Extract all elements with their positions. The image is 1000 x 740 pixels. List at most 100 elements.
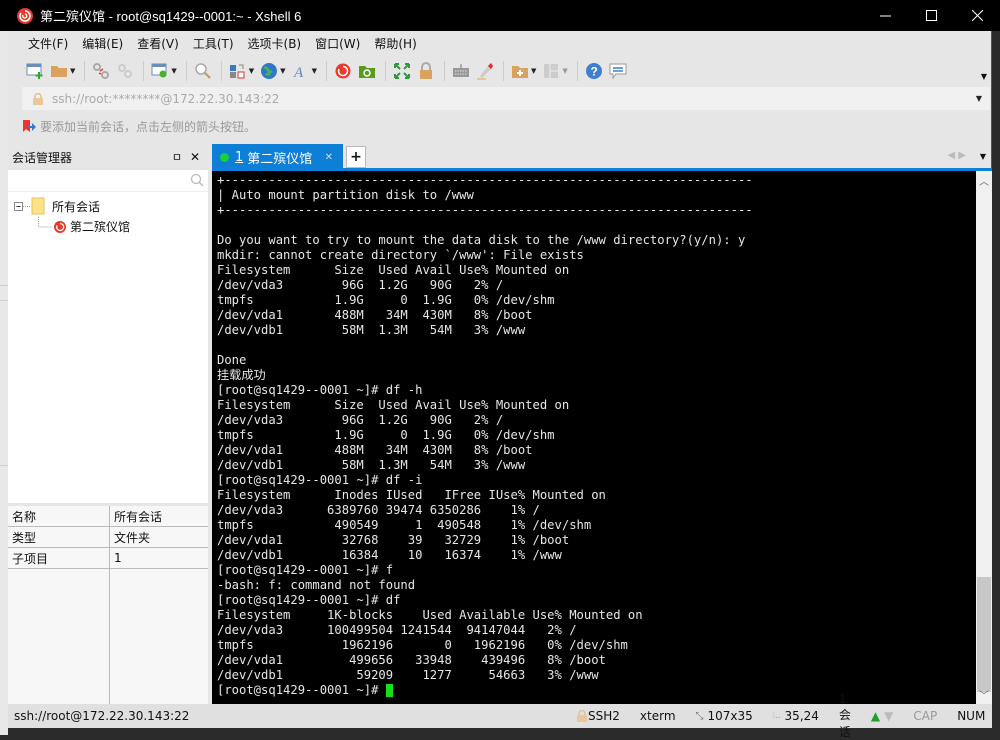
new-folder-dropdown-arrow[interactable]: ▼: [531, 67, 536, 75]
find-button[interactable]: [192, 60, 214, 82]
maximize-icon: [925, 10, 937, 21]
help-button[interactable]: ?: [583, 60, 605, 82]
session-tree: 所有会话 第二殡仪馆: [8, 192, 208, 236]
font-icon: A: [293, 65, 304, 80]
property-value: 所有会话: [114, 509, 163, 524]
new-folder-icon: [511, 66, 528, 78]
transfer-dropdown-arrow[interactable]: ▼: [249, 67, 254, 75]
cursor-position-icon: ⦙..: [772, 711, 781, 721]
xftp-button[interactable]: [356, 60, 378, 82]
menu-view[interactable]: 查看(V): [137, 35, 179, 52]
scrollbar-thumb[interactable]: [977, 577, 991, 692]
font-dropdown-arrow[interactable]: ▼: [312, 67, 317, 75]
property-key: 类型: [8, 527, 110, 547]
properties-dropdown-arrow[interactable]: ▼: [171, 67, 176, 75]
session-search-input[interactable]: [8, 170, 208, 192]
minimize-button[interactable]: [862, 0, 908, 31]
menu-tabs[interactable]: 选项卡(B): [248, 35, 302, 52]
tab-close-icon[interactable]: ✕: [325, 152, 333, 163]
tab-session-1[interactable]: 1 第二殡仪馆 ✕: [212, 144, 343, 170]
add-session-arrow-icon[interactable]: [22, 119, 36, 133]
terminal-line: | Auto mount partition disk to /www: [217, 188, 474, 202]
tree-item-all-sessions[interactable]: 所有会话: [8, 196, 208, 216]
property-value: 1: [114, 551, 122, 565]
terminal-line: -bash: f: command not found: [217, 578, 416, 592]
hint-text: 要添加当前会话，点击左侧的箭头按钮。: [40, 119, 257, 134]
menu-tools[interactable]: 工具(T): [193, 35, 234, 52]
terminal-line: [root@sq1429--0001 ~]# df -h: [217, 383, 423, 397]
new-tab-button[interactable]: +: [346, 146, 366, 168]
tab-scroll-arrows[interactable]: ◀ ▶: [947, 150, 966, 161]
terminal-output[interactable]: +---------------------------------------…: [212, 171, 976, 704]
toolbar-separator: [185, 61, 187, 81]
toolbar-separator: [443, 61, 445, 81]
disconnect-button[interactable]: [90, 60, 112, 82]
xftp-icon: [358, 66, 375, 78]
keyboard-button[interactable]: [450, 60, 472, 82]
plus-icon: +: [350, 149, 362, 165]
terminal-line: /dev/vdb1 58M 1.3M 54M 3% /www: [217, 323, 526, 337]
terminal-line: /dev/vda1 32768 39 32729 1% /boot: [217, 533, 570, 547]
terminal-line: Done: [217, 353, 247, 367]
globe-button[interactable]: [258, 60, 280, 82]
scroll-up-icon[interactable]: ︿: [979, 173, 989, 188]
open-dropdown-arrow[interactable]: ▼: [70, 67, 75, 75]
toolbar-separator: [84, 61, 86, 81]
maximize-button[interactable]: [908, 0, 954, 31]
new-folder-button[interactable]: [509, 60, 531, 82]
svg-text:?: ?: [590, 65, 597, 79]
highlight-button[interactable]: [474, 60, 496, 82]
address-dropdown-arrow[interactable]: ▼: [976, 94, 982, 103]
keyboard-icon: [452, 64, 469, 77]
open-button[interactable]: [48, 60, 70, 82]
tab-list-dropdown[interactable]: ▼: [980, 152, 986, 161]
layout-dropdown-arrow[interactable]: ▼: [562, 67, 567, 75]
layout-button[interactable]: [540, 60, 562, 82]
terminal-scrollbar[interactable]: ︿ ﹀: [976, 171, 992, 704]
fullscreen-button[interactable]: [391, 60, 413, 82]
xshell-button[interactable]: [332, 60, 354, 82]
terminal-line: Filesystem 1K-blocks Used Available Use%…: [217, 608, 643, 622]
download-arrow-icon: ▼: [884, 709, 894, 723]
terminal-line: /dev/vda3 100499504 1241544 94147044 2% …: [217, 623, 577, 637]
tree-item-session[interactable]: 第二殡仪馆: [8, 216, 208, 236]
menu-file[interactable]: 文件(F): [28, 35, 68, 52]
tab-label: 第二殡仪馆: [247, 151, 313, 167]
font-button[interactable]: A: [290, 60, 312, 82]
lock-button[interactable]: [415, 60, 437, 82]
toolbar-overflow-arrow[interactable]: ▼: [981, 72, 987, 81]
upload-arrow-icon: ▲: [870, 709, 881, 723]
terminal-line: /dev/vdb1 16384 10 16374 1% /www: [217, 548, 562, 562]
property-row: 类型 文件夹: [8, 527, 208, 548]
globe-icon: [261, 63, 278, 79]
new-session-button[interactable]: [24, 60, 46, 82]
terminal-line: Filesystem Inodes IUsed IFree IUse% Moun…: [217, 488, 606, 502]
terminal-line: /dev/vda3 96G 1.2G 90G 2% /: [217, 413, 504, 427]
terminal-line: /dev/vdb1 58M 1.3M 54M 3% /www: [217, 458, 526, 472]
address-url[interactable]: ssh://root:********@172.22.30.143:22: [52, 92, 279, 106]
chat-icon: [609, 63, 627, 80]
reconnect-icon: [118, 64, 133, 78]
property-key: 子项目: [8, 548, 110, 568]
pin-icon[interactable]: ㅁ: [172, 149, 182, 165]
new-session-icon: [26, 63, 43, 79]
session-manager-header: 会话管理器 ㅁ ✕: [8, 144, 208, 170]
menu-edit[interactable]: 编辑(E): [82, 35, 123, 52]
reconnect-button[interactable]: [114, 60, 136, 82]
address-bar[interactable]: ssh://root:********@172.22.30.143:22 ▼: [22, 87, 990, 110]
chat-button[interactable]: [607, 60, 629, 82]
globe-dropdown-arrow[interactable]: ▼: [280, 67, 285, 75]
session-properties-button[interactable]: [149, 60, 171, 82]
menu-window[interactable]: 窗口(W): [315, 35, 360, 52]
terminal-prompt: [root@sq1429--0001 ~]#: [217, 683, 386, 697]
menu-help[interactable]: 帮助(H): [374, 35, 416, 52]
close-button[interactable]: [954, 0, 1000, 31]
xshell-icon: [335, 63, 351, 79]
window-title: 第二殡仪馆 - root@sq1429--0001:~ - Xshell 6: [40, 9, 302, 24]
toolbar-separator: [384, 61, 386, 81]
panel-close-icon[interactable]: ✕: [190, 150, 200, 164]
transfer-button[interactable]: [227, 60, 249, 82]
close-icon: [971, 10, 983, 21]
